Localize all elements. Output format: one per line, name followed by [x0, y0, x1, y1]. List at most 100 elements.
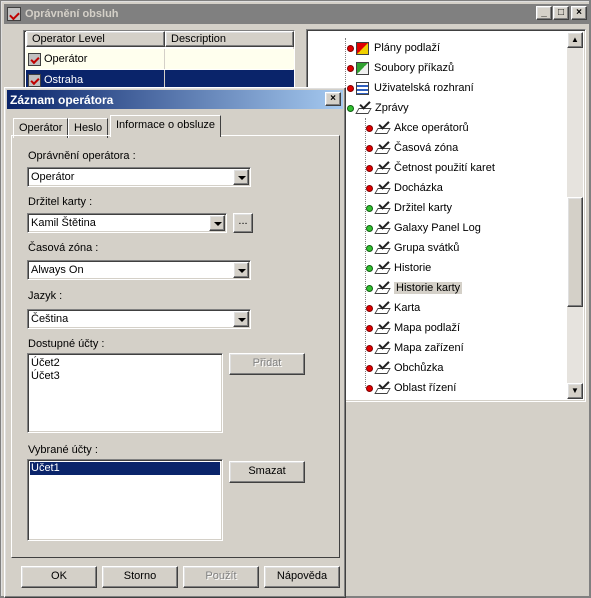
window-titlebar[interactable]: Oprávnění obsluh _ □ ×: [4, 4, 589, 24]
check-icon: [375, 342, 389, 354]
app-icon: [7, 7, 21, 21]
tree-item[interactable]: Karta: [366, 299, 420, 317]
minimize-button[interactable]: _: [536, 6, 552, 20]
dialog-title: Záznam operátora: [10, 92, 114, 107]
column-header-operator-level[interactable]: Operator Level: [26, 31, 165, 47]
check-icon: [375, 122, 389, 134]
tree-item-label: Docházka: [394, 182, 443, 194]
tree-item[interactable]: Historie karty: [366, 279, 463, 297]
dialog-close-button[interactable]: ×: [325, 92, 341, 106]
tree-item-label: Četnost použití karet: [394, 162, 495, 174]
tree-item[interactable]: Držitel karty: [366, 199, 452, 217]
tree-item-label: Soubory příkazů: [374, 62, 455, 74]
add-account-button[interactable]: Přidat: [229, 353, 305, 375]
browse-cardholder-button[interactable]: ...: [233, 213, 253, 233]
selected-accounts-label: Vybrané účty :: [28, 444, 98, 456]
tree-item[interactable]: Grupa svátků: [366, 239, 459, 257]
help-button[interactable]: Nápověda: [264, 566, 340, 588]
tree-item-label: Mapa podlaží: [394, 322, 461, 334]
tree-item[interactable]: Oblast řízení: [366, 379, 456, 397]
permission-tree[interactable]: Plány podlaží Soubory příkazů Uživatelsk…: [306, 29, 586, 402]
status-dot-green: [366, 264, 373, 272]
level-name: Operátor: [44, 53, 88, 65]
tree-item[interactable]: Docházka: [366, 179, 443, 197]
chevron-down-icon[interactable]: [233, 169, 249, 185]
chevron-down-icon[interactable]: [233, 262, 249, 278]
cardholder-select[interactable]: Kamil Štětina: [27, 213, 227, 233]
list-item[interactable]: Účet3: [31, 370, 60, 383]
tree-item-label: Časová zóna: [394, 142, 459, 154]
tree-item[interactable]: Akce operátorů: [366, 119, 469, 137]
tree-item[interactable]: Zprávy: [347, 99, 409, 117]
scroll-down-icon[interactable]: ▼: [567, 383, 583, 399]
status-dot-green: [366, 204, 373, 212]
permission-value: Operátor: [31, 171, 75, 183]
status-dot-red: [366, 384, 373, 392]
selected-accounts-list[interactable]: Účet1: [27, 459, 223, 541]
status-dot-red: [366, 144, 373, 152]
tree-item[interactable]: Mapa zařízení: [366, 339, 464, 357]
tree-item-label: Uživatelská rozhraní: [374, 82, 474, 94]
tree-item[interactable]: Historie: [366, 259, 431, 277]
available-accounts-list[interactable]: Účet2 Účet3: [27, 353, 223, 433]
language-value: Čeština: [31, 313, 69, 325]
level-name: Ostraha: [44, 74, 84, 86]
tree-item-label: Zprávy: [375, 102, 409, 114]
level-row[interactable]: Operátor: [26, 49, 294, 69]
language-select[interactable]: Čeština: [27, 309, 251, 329]
timezone-select[interactable]: Always On: [27, 260, 251, 280]
scroll-up-icon[interactable]: ▲: [567, 32, 583, 48]
status-dot-red: [366, 164, 373, 172]
permission-label: Oprávnění operátora :: [28, 150, 136, 162]
chevron-down-icon[interactable]: [209, 215, 225, 231]
operator-level-icon: [28, 52, 41, 66]
tree-item[interactable]: Četnost použití karet: [366, 159, 495, 177]
apply-button[interactable]: Použít: [183, 566, 259, 588]
timezone-label: Časová zóna :: [28, 242, 99, 254]
tree-item[interactable]: Galaxy Panel Log: [366, 219, 481, 237]
tree-item-label: Mapa zařízení: [394, 342, 464, 354]
tree-item-label: Plány podlaží: [374, 42, 441, 54]
close-button[interactable]: ×: [571, 6, 587, 20]
tree-item-label: Historie karty: [394, 282, 463, 294]
maximize-button[interactable]: □: [553, 6, 569, 20]
check-icon: [375, 302, 389, 314]
cancel-button[interactable]: Storno: [102, 566, 178, 588]
cardholder-label: Držitel karty :: [28, 196, 93, 208]
check-icon: [375, 222, 389, 234]
status-dot-red: [366, 124, 373, 132]
tree-item[interactable]: Mapa podlaží: [366, 319, 460, 337]
permission-select[interactable]: Operátor: [27, 167, 251, 187]
chevron-down-icon[interactable]: [233, 311, 249, 327]
operator-record-dialog: Záznam operátora × Operátor Heslo Inform…: [4, 87, 346, 598]
tree-item[interactable]: Uživatelská rozhraní: [347, 79, 474, 97]
available-accounts-label: Dostupné účty :: [28, 338, 105, 350]
operator-level-icon: [28, 73, 41, 87]
tree-item-label: Obchůzka: [394, 362, 444, 374]
list-item[interactable]: Účet1: [30, 462, 220, 475]
cardholder-value: Kamil Štětina: [31, 217, 96, 229]
tree-item[interactable]: Soubory příkazů: [347, 59, 454, 77]
status-dot-green: [366, 224, 373, 232]
check-icon: [375, 162, 389, 174]
check-icon: [375, 242, 389, 254]
dialog-titlebar[interactable]: Záznam operátora ×: [7, 90, 343, 109]
tree-item[interactable]: Časová zóna: [366, 139, 458, 157]
status-dot-red: [366, 364, 373, 372]
tree-item-label: Historie: [394, 262, 432, 274]
scrollbar-thumb[interactable]: [567, 197, 583, 307]
remove-account-button[interactable]: Smazat: [229, 461, 305, 483]
tab-operator-info[interactable]: Informace o obsluze: [110, 115, 222, 137]
status-dot-red: [347, 84, 354, 92]
floorplan-icon: [356, 41, 369, 55]
check-icon: [375, 182, 389, 194]
column-header-description[interactable]: Description: [165, 31, 294, 47]
tree-item[interactable]: Obchůzka: [366, 359, 444, 377]
tree-item[interactable]: Plány podlaží: [347, 39, 440, 57]
ok-button[interactable]: OK: [21, 566, 97, 588]
status-dot-red: [366, 184, 373, 192]
tree-item-label: Oblast řízení: [394, 382, 457, 394]
user-interface-icon: [356, 81, 369, 95]
tree-scrollbar[interactable]: ▲ ▼: [567, 32, 583, 399]
list-item[interactable]: Účet2: [31, 357, 60, 370]
